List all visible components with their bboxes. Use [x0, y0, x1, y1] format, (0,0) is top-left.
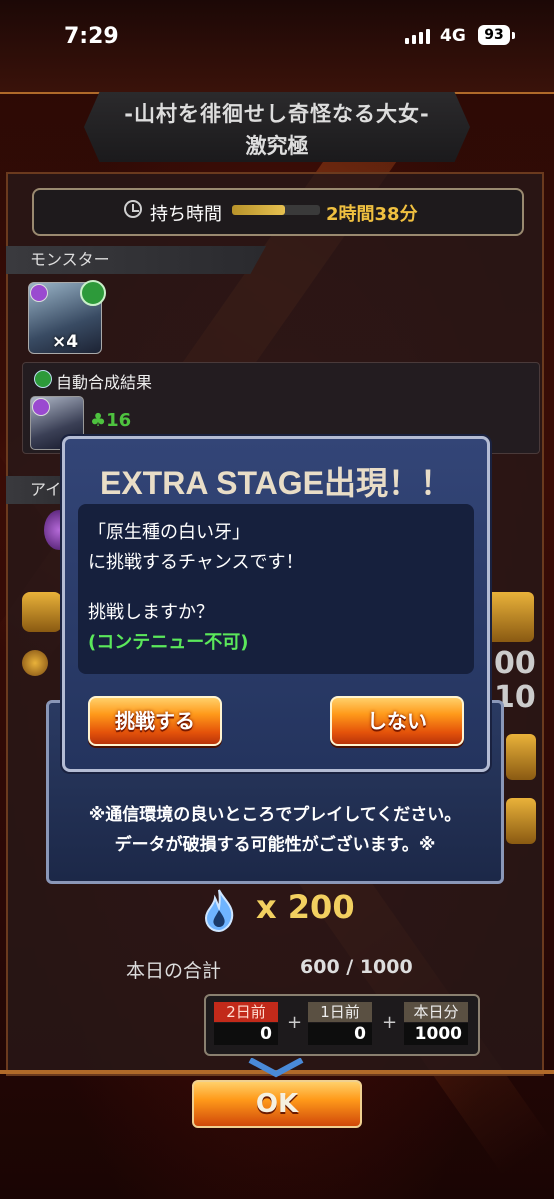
- network-label: 4G: [440, 26, 466, 46]
- chevron-down-icon: [248, 1058, 304, 1078]
- soul-flame-icon: [204, 889, 234, 932]
- extra-stage-message: に挑戦するチャンスです！: [88, 552, 304, 573]
- auto-synthesis-label: 自動合成結果: [56, 373, 153, 392]
- clover-icon: ♣: [90, 410, 107, 431]
- side-button[interactable]: [486, 592, 534, 642]
- clock-icon: [124, 200, 142, 218]
- battery-icon: 93: [478, 25, 510, 45]
- day-label-1-day-ago: 1日前: [308, 1002, 372, 1022]
- day-label-2-days-ago: 2日前: [214, 1002, 278, 1022]
- quest-title: -山村を徘徊せし奇怪なる大女-: [124, 102, 430, 126]
- element-badge-icon: [30, 284, 48, 302]
- daily-total-label: 本日の合計: [126, 960, 222, 982]
- info-button[interactable]: [22, 592, 62, 632]
- ok-button[interactable]: OK: [192, 1080, 362, 1128]
- notice-line: データが破損する可能性がございます。※: [114, 835, 436, 855]
- battery-tip: [512, 32, 515, 39]
- day-value-1-day-ago: 0: [308, 1023, 372, 1045]
- plus-sign: +: [382, 1012, 398, 1033]
- decline-button[interactable]: しない: [330, 696, 464, 746]
- side-button[interactable]: [506, 734, 536, 780]
- status-bar: 7:29 4G 93: [0, 22, 554, 52]
- side-button[interactable]: [506, 798, 536, 844]
- auto-synthesis-icon: [34, 370, 52, 388]
- day-value-2-days-ago: 0: [214, 1023, 278, 1045]
- signal-icon: [405, 28, 430, 44]
- status-time: 7:29: [64, 24, 119, 49]
- hold-time-gauge-fill: [232, 205, 285, 215]
- coin-icon: [22, 650, 48, 676]
- monster-section-header: モンスター: [6, 246, 266, 274]
- no-continue-note: (コンテニュー不可): [88, 632, 249, 653]
- extra-stage-question: 挑戦しますか？: [88, 602, 214, 623]
- quest-difficulty: 激究極: [245, 134, 309, 158]
- monster-count: ×4: [52, 332, 79, 352]
- hold-time-gauge: [232, 205, 320, 215]
- challenge-button[interactable]: 挑戦する: [88, 696, 222, 746]
- hold-time-label: 持ち時間: [150, 204, 222, 225]
- day-value-today: 1000: [404, 1023, 468, 1045]
- reward-multiplier: x 200: [256, 888, 355, 926]
- plus-sign: +: [287, 1012, 303, 1033]
- extra-stage-title: EXTRA STAGE出現！！: [99, 465, 453, 501]
- element-badge-icon: [32, 398, 50, 416]
- bg-number: 00: [494, 646, 536, 681]
- day-label-today: 本日分: [404, 1002, 468, 1022]
- notice-line: ※通信環境の良いところでプレイしてください。: [88, 805, 462, 825]
- clover-count-value: 16: [106, 410, 132, 431]
- extra-stage-message: 「原生種の白い牙」: [88, 522, 250, 543]
- hold-time-value: 2時間38分: [326, 204, 418, 225]
- clover-badge-icon: [80, 280, 106, 306]
- clover-count: ♣16: [90, 410, 131, 431]
- daily-total-value: 600 / 1000: [300, 956, 413, 978]
